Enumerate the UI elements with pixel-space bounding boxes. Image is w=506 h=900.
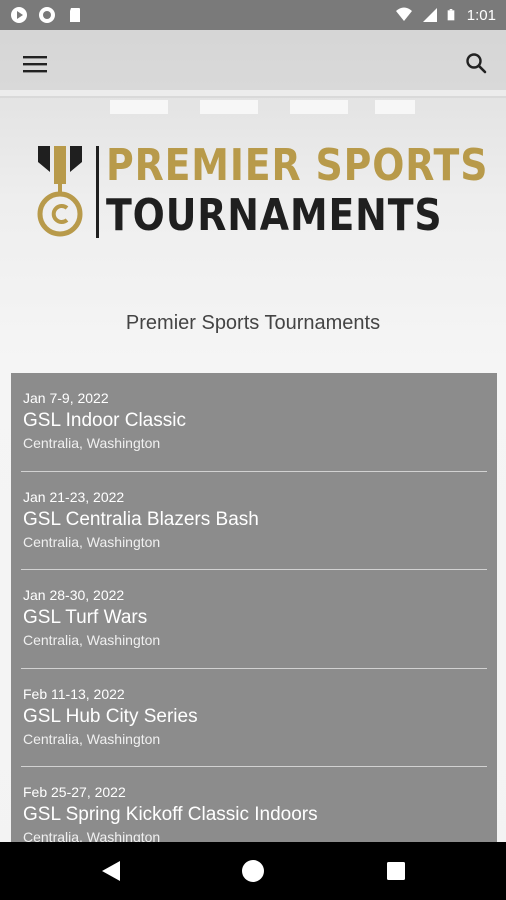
event-location: Centralia, Washington <box>23 632 161 648</box>
status-time: 1:01 <box>466 6 496 24</box>
event-list: Jan 7-9, 2022 GSL Indoor Classic Central… <box>11 373 497 843</box>
event-date: Feb 25-27, 2022 <box>23 784 126 800</box>
list-item[interactable]: Feb 25-27, 2022 GSL Spring Kickoff Class… <box>11 767 497 843</box>
page-title: Premier Sports Tournaments <box>125 312 381 334</box>
logo: PREMIER SPORTS TOURNAMENTS <box>36 140 487 241</box>
event-location: Centralia, Washington <box>23 435 161 451</box>
list-item[interactable]: Feb 11-13, 2022 GSL Hub City Series Cent… <box>11 669 497 768</box>
circle-notification-icon <box>39 7 55 23</box>
event-date: Feb 11-13, 2022 <box>23 685 125 702</box>
status-bar: 1:01 <box>0 0 506 30</box>
play-store-icon <box>11 7 27 23</box>
app-bar <box>0 30 506 96</box>
home-icon <box>242 860 264 882</box>
list-item[interactable]: Jan 7-9, 2022 GSL Indoor Classic Central… <box>11 373 497 472</box>
event-name: GSL Centralia Blazers Bash <box>23 508 259 530</box>
event-location: Centralia, Washington <box>23 829 161 843</box>
event-date: Jan 7-9, 2022 <box>23 390 109 406</box>
medal-icon <box>37 146 83 237</box>
recents-icon <box>387 862 405 880</box>
logo-text-line2: TOURNAMENTS <box>106 190 443 241</box>
logo-text-line1: PREMIER SPORTS <box>106 140 489 191</box>
event-name: GSL Hub City Series <box>23 705 198 727</box>
back-button[interactable] <box>96 856 126 886</box>
wifi-icon <box>395 7 412 21</box>
event-date: Jan 21-23, 2022 <box>23 488 125 505</box>
menu-button[interactable] <box>16 47 54 81</box>
system-nav-bar <box>0 842 506 900</box>
list-item[interactable]: Jan 28-30, 2022 GSL Turf Wars Centralia,… <box>11 570 497 669</box>
event-name: GSL Spring Kickoff Classic Indoors <box>23 804 318 825</box>
recents-button[interactable] <box>381 856 411 886</box>
event-location: Centralia, Washington <box>23 730 161 747</box>
hamburger-menu-icon <box>23 56 47 73</box>
list-item[interactable]: Jan 21-23, 2022 GSL Centralia Blazers Ba… <box>11 472 497 571</box>
event-name: GSL Turf Wars <box>23 607 148 628</box>
event-date: Jan 28-30, 2022 <box>23 587 125 603</box>
search-icon <box>466 53 487 74</box>
event-location: Centralia, Washington <box>23 533 161 550</box>
search-button[interactable] <box>458 45 494 81</box>
status-right-icons: 1:01 <box>395 6 496 24</box>
logo-divider <box>96 146 99 238</box>
home-button[interactable] <box>238 856 268 886</box>
signal-icon <box>422 8 437 22</box>
sd-card-icon <box>70 8 80 22</box>
event-name: GSL Indoor Classic <box>23 410 186 431</box>
battery-icon <box>447 9 455 21</box>
back-icon <box>102 861 120 881</box>
status-left-icons <box>10 6 84 24</box>
app-screen: 1:01 PREMIER SPORTS TOURNAMENTS Premier … <box>0 0 506 900</box>
